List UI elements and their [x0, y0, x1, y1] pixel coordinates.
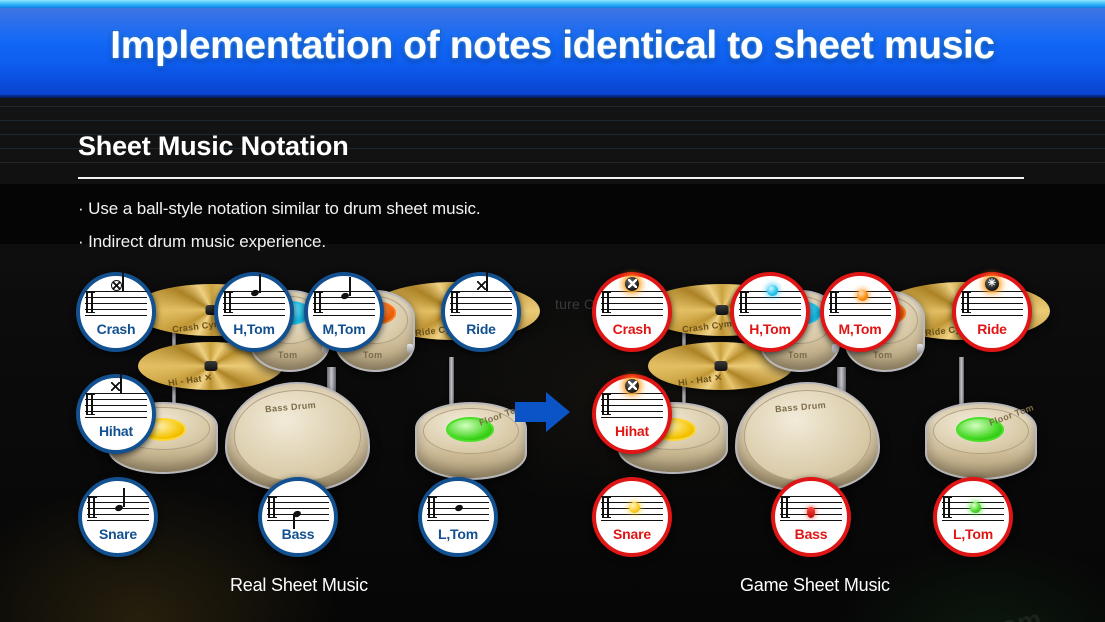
- caption-real-sheet-music: Real Sheet Music: [230, 575, 368, 595]
- note-stem: [259, 273, 261, 293]
- badge-label: Crash: [612, 320, 652, 337]
- page-title: Implementation of notes identical to she…: [110, 24, 995, 67]
- snare-ball-icon: [629, 501, 640, 513]
- badge-real-ltom[interactable]: L,Tom: [418, 477, 498, 557]
- cymbal-hub: [714, 361, 727, 371]
- badge-game-hihat[interactable]: Hihat: [592, 374, 672, 454]
- bg-staff-line: [0, 120, 1105, 121]
- cymbal-hub: [715, 305, 729, 315]
- hihat-ball-icon: [625, 378, 639, 393]
- badge-label: Bass: [281, 525, 315, 542]
- bg-staff-line: [0, 106, 1105, 107]
- bullet-item: · Use a ball-style notation similar to d…: [78, 199, 481, 218]
- section-divider: [78, 177, 1024, 179]
- music-staff: [85, 270, 147, 317]
- circle-x-notehead-icon: [111, 279, 122, 291]
- badge-game-mtom[interactable]: M,Tom: [820, 272, 900, 352]
- banner-top-glow: [0, 0, 1105, 8]
- music-staff: [601, 495, 663, 522]
- music-staff: [601, 378, 663, 419]
- bass-drum: [735, 382, 880, 492]
- mtom-ball-icon: [857, 289, 868, 301]
- high-tom-label: Tom: [278, 350, 298, 360]
- music-staff: [223, 273, 285, 317]
- music-staff: [85, 372, 147, 419]
- slide-canvas: Implementation of notes identical to she…: [0, 0, 1105, 622]
- note-stem: [486, 271, 488, 291]
- music-staff: [267, 495, 329, 529]
- high-tom-label: Tom: [788, 350, 808, 360]
- cymbal-hub: [204, 361, 217, 371]
- htom-ball-icon: [767, 284, 778, 296]
- badge-real-htom[interactable]: H,Tom: [214, 272, 294, 352]
- badge-real-snare[interactable]: Snare: [78, 477, 158, 557]
- badge-label: Crash: [96, 320, 136, 337]
- music-staff: ✳: [961, 276, 1023, 317]
- badge-game-crash[interactable]: Crash: [592, 272, 672, 352]
- music-staff: [87, 487, 149, 522]
- note-stem: [123, 487, 125, 507]
- bullet-item: · Indirect drum music experience.: [78, 232, 327, 251]
- section-heading: Sheet Music Notation: [78, 131, 349, 161]
- ride-ball-icon: ✳: [985, 276, 999, 291]
- badge-real-mtom[interactable]: M,Tom: [304, 272, 384, 352]
- caption-game-sheet-music: Game Sheet Music: [740, 575, 890, 595]
- badge-game-bass[interactable]: Bass: [771, 477, 851, 557]
- badge-label: Hihat: [98, 422, 133, 439]
- note-stem: [293, 514, 295, 529]
- badge-game-htom[interactable]: H,Tom: [730, 272, 810, 352]
- rim-lug: [407, 344, 413, 353]
- badge-label: Snare: [613, 525, 651, 542]
- badge-game-snare[interactable]: Snare: [592, 477, 672, 557]
- music-staff: [739, 284, 801, 317]
- badge-game-ltom[interactable]: L,Tom: [933, 477, 1013, 557]
- music-staff: [780, 495, 842, 522]
- note-stem: [120, 372, 122, 393]
- music-staff: [450, 271, 512, 317]
- rim-lug: [917, 344, 923, 353]
- badge-label: Snare: [99, 525, 137, 542]
- badge-real-ride[interactable]: Ride: [441, 271, 521, 352]
- filled-notehead-icon: [454, 503, 464, 512]
- badge-label: L,Tom: [438, 525, 478, 542]
- x-notehead-icon: [477, 280, 486, 290]
- badge-real-bass[interactable]: Bass: [258, 477, 338, 557]
- badge-label: Ride: [977, 320, 1007, 337]
- note-stem: [349, 276, 351, 296]
- music-staff: [427, 495, 489, 522]
- music-staff: [313, 276, 375, 317]
- bass-pedal-icon: [807, 506, 815, 518]
- badge-game-ride[interactable]: ✳ Ride: [952, 272, 1032, 352]
- badge-label: M,Tom: [838, 320, 882, 337]
- badge-label: L,Tom: [953, 525, 993, 542]
- mid-tom-label: Tom: [873, 350, 893, 360]
- badge-label: Hihat: [614, 422, 649, 439]
- ltom-ball-icon: [970, 501, 981, 513]
- music-staff: [942, 495, 1004, 522]
- badge-label: H,Tom: [749, 320, 791, 337]
- badge-label: H,Tom: [233, 320, 275, 337]
- badge-real-hihat[interactable]: Hihat: [76, 372, 156, 454]
- music-staff: [601, 276, 663, 317]
- x-notehead-icon: [111, 381, 120, 391]
- bass-drum: [225, 382, 370, 492]
- badge-label: Ride: [466, 320, 496, 337]
- title-banner: Implementation of notes identical to she…: [0, 0, 1105, 98]
- note-stem: [122, 270, 124, 291]
- crash-ball-icon: [625, 276, 639, 291]
- badge-label: M,Tom: [322, 320, 366, 337]
- bg-staff-line: [0, 162, 1105, 163]
- music-staff: [829, 289, 891, 317]
- mid-tom-label: Tom: [363, 350, 383, 360]
- arrow-right-icon: [515, 391, 571, 433]
- badge-label: Bass: [794, 525, 828, 542]
- badge-real-crash[interactable]: Crash: [76, 270, 156, 352]
